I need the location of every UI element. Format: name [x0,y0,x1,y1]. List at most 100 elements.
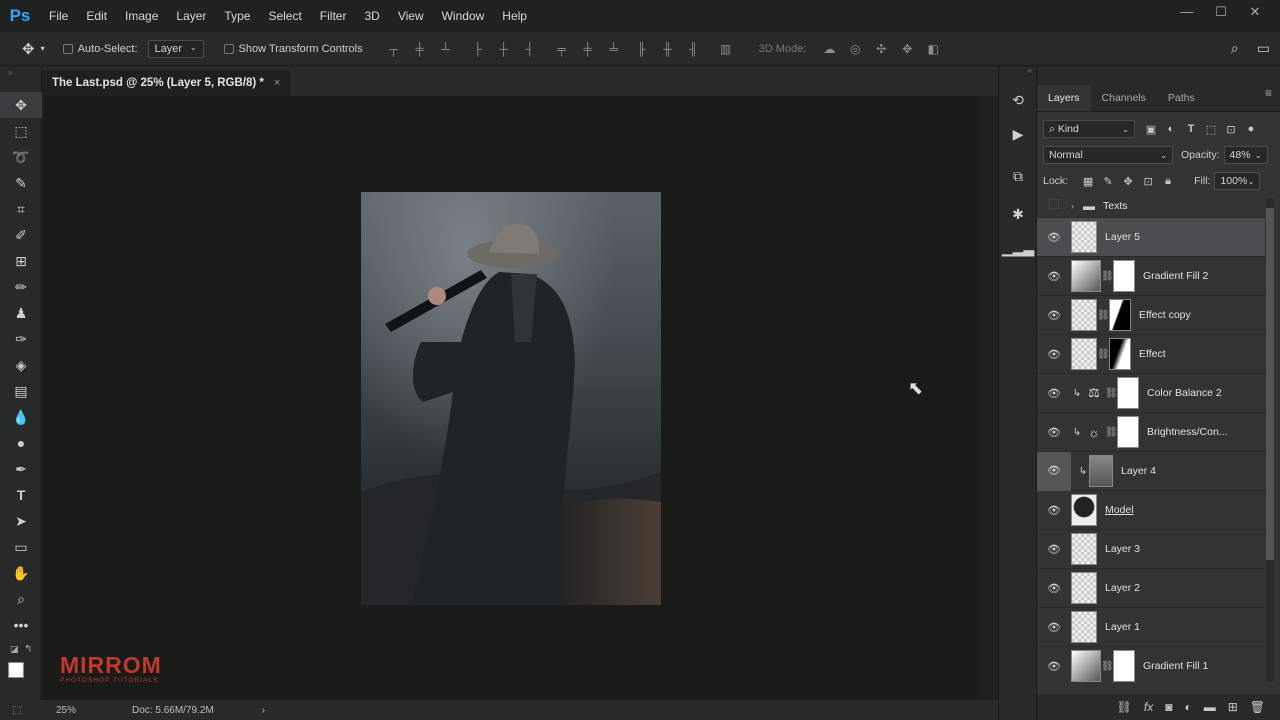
type-tool-icon[interactable]: T [0,482,42,508]
layer-row-layer-5[interactable]: 👁︎ Layer 5 [1037,218,1265,257]
foreground-color-swatch[interactable] [8,662,24,678]
brush-tool-icon[interactable]: ✏ [0,274,42,300]
gradient-tool-icon[interactable]: ▤ [0,378,42,404]
add-mask-icon[interactable]: ◙ [1165,700,1172,714]
lock-transparent-icon[interactable]: ▦ [1078,175,1098,188]
link-icon[interactable]: ⛓ [1105,427,1118,438]
move-tool-icon[interactable]: ✥ [22,40,35,58]
minimize-icon[interactable]: — [1170,0,1204,26]
align-hcenter-icon[interactable]: ┼ [497,42,511,56]
lock-position-icon[interactable]: ✥ [1118,175,1138,188]
lasso-tool-icon[interactable]: ➰ [0,144,42,170]
rectangle-tool-icon[interactable]: ▭ [0,534,42,560]
chevron-right-icon[interactable]: › [1071,201,1083,211]
3d-scale-icon[interactable]: ◧ [926,42,940,56]
filter-type-icon[interactable]: T [1181,123,1201,135]
history-icon[interactable]: ⟲ [999,86,1037,114]
link-layers-icon[interactable]: ⛓ [1117,700,1132,714]
blend-mode-dropdown[interactable]: Normal ⌄ [1043,146,1173,164]
filter-shape-icon[interactable]: ⬚ [1201,123,1221,136]
menu-edit[interactable]: Edit [77,0,116,32]
layers-list[interactable]: › ▬ Texts 👁︎ Layer 5 👁︎ ⛓ Gradient Fill … [1037,194,1265,682]
path-select-tool-icon[interactable]: ➤ [0,508,42,534]
eye-icon[interactable]: 👁︎ [1037,348,1071,361]
layer-row-effect-copy[interactable]: 👁︎ ⛓ Effect copy [1037,296,1265,335]
layer-row-gradient-fill-1[interactable]: 👁︎ ⛓ Gradient Fill 1 [1037,647,1265,682]
tab-channels[interactable]: Channels [1091,85,1157,111]
filter-toggle-icon[interactable]: ● [1241,123,1261,135]
more-tools-icon[interactable]: ••• [0,612,42,638]
screen-mode-icon[interactable]: ⬚ [12,705,30,716]
swap-colors-icon[interactable]: ↰ [24,644,32,655]
menu-window[interactable]: Window [433,0,494,32]
zoom-tool-icon[interactable]: ⌕ [0,586,42,612]
hand-tool-icon[interactable]: ✋ [0,560,42,586]
distribute-top-icon[interactable]: ╤ [555,42,569,56]
layer-row-gradient-fill-2[interactable]: 👁︎ ⛓ Gradient Fill 2 [1037,257,1265,296]
align-vcenter-icon[interactable]: ╪ [413,42,427,56]
document-tab[interactable]: The Last.psd @ 25% (Layer 5, RGB/8) * × [42,70,291,96]
auto-select-target-dropdown[interactable]: Layer ⌄ [147,39,204,58]
workspace-icon[interactable]: ▭ [1257,40,1270,57]
layer-row-texts[interactable]: › ▬ Texts [1037,194,1265,218]
adjustments-icon[interactable]: ✱ [999,200,1037,228]
clone-stamp-tool-icon[interactable]: ♟ [0,300,42,326]
healing-brush-tool-icon[interactable]: ⊞ [0,248,42,274]
eye-icon[interactable]: 👁︎ [1037,582,1071,595]
actions-play-icon[interactable]: ▶ [999,120,1037,148]
distribute-right-icon[interactable]: ╢ [687,42,701,56]
menu-layer[interactable]: Layer [167,0,215,32]
align-top-icon[interactable]: ┬ [387,42,401,56]
crop-tool-icon[interactable]: ⌗ [0,196,42,222]
eye-icon[interactable]: 👁︎ [1037,660,1071,673]
delete-layer-icon[interactable]: 🗑︎ [1250,700,1265,714]
layer-row-effect[interactable]: 👁︎ ⛓ Effect [1037,335,1265,374]
layer-row-layer-3[interactable]: 👁︎ Layer 3 [1037,530,1265,569]
filter-pixel-icon[interactable]: ▣ [1141,123,1161,136]
layer-row-model[interactable]: 👁︎ Model [1037,491,1265,530]
link-icon[interactable]: ⛓ [1097,310,1110,321]
3d-orbit-icon[interactable]: ☁ [822,42,836,56]
distribute-hcenter-icon[interactable]: ╫ [661,42,675,56]
layer-row-layer-2[interactable]: 👁︎ Layer 2 [1037,569,1265,608]
maximize-icon[interactable]: ☐ [1204,0,1238,26]
quick-select-tool-icon[interactable]: ✎ [0,170,42,196]
blur-tool-icon[interactable]: 💧 [0,404,42,430]
auto-select-checkbox[interactable] [62,43,73,54]
tab-layers[interactable]: Layers [1037,85,1091,111]
new-group-icon[interactable]: ▬ [1204,700,1216,714]
menu-view[interactable]: View [389,0,433,32]
properties-icon[interactable]: ⧉ [999,162,1037,190]
link-icon[interactable]: ⛓ [1105,388,1118,399]
lock-artboard-icon[interactable]: ⊡ [1138,175,1158,188]
eye-icon[interactable]: 👁︎ [1037,451,1071,491]
link-icon[interactable]: ⛓ [1097,349,1110,360]
eye-icon[interactable]: 👁︎ [1037,387,1071,400]
show-transform-checkbox[interactable] [223,43,234,54]
new-layer-icon[interactable]: ⊞ [1228,700,1238,714]
layer-row-layer-4[interactable]: 👁︎ ↳ Layer 4 [1037,451,1265,491]
menu-3d[interactable]: 3D [355,0,388,32]
menu-image[interactable]: Image [116,0,167,32]
eraser-tool-icon[interactable]: ◈ [0,352,42,378]
link-icon[interactable]: ⛓ [1101,661,1114,672]
distribute-left-icon[interactable]: ╟ [635,42,649,56]
pen-tool-icon[interactable]: ✒ [0,456,42,482]
panel-menu-icon[interactable]: ≡ [1265,86,1272,100]
zoom-level[interactable]: 25% [56,705,76,716]
layer-row-layer-1[interactable]: 👁︎ Layer 1 [1037,608,1265,647]
eye-icon[interactable]: 👁︎ [1037,621,1071,634]
3d-pan-icon[interactable]: ✣ [874,42,888,56]
collapse-toolbar-icon[interactable]: » [0,66,41,92]
lock-all-icon[interactable]: 🔒︎ [1158,175,1178,188]
opacity-field[interactable]: 48% ⌄ [1223,146,1268,164]
layer-row-brightness-contrast[interactable]: 👁︎ ↳ ☼ ⛓ Brightness/Con... [1037,413,1265,452]
menu-help[interactable]: Help [493,0,536,32]
search-icon[interactable]: ⌕ [1231,40,1239,57]
document-canvas-image[interactable] [361,192,661,605]
eye-icon[interactable]: 👁︎ [1037,543,1071,556]
align-bottom-icon[interactable]: ┴ [439,42,453,56]
tab-close-icon[interactable]: × [274,77,280,89]
fx-icon[interactable]: fx [1144,700,1153,714]
eye-icon[interactable]: 👁︎ [1037,504,1071,517]
